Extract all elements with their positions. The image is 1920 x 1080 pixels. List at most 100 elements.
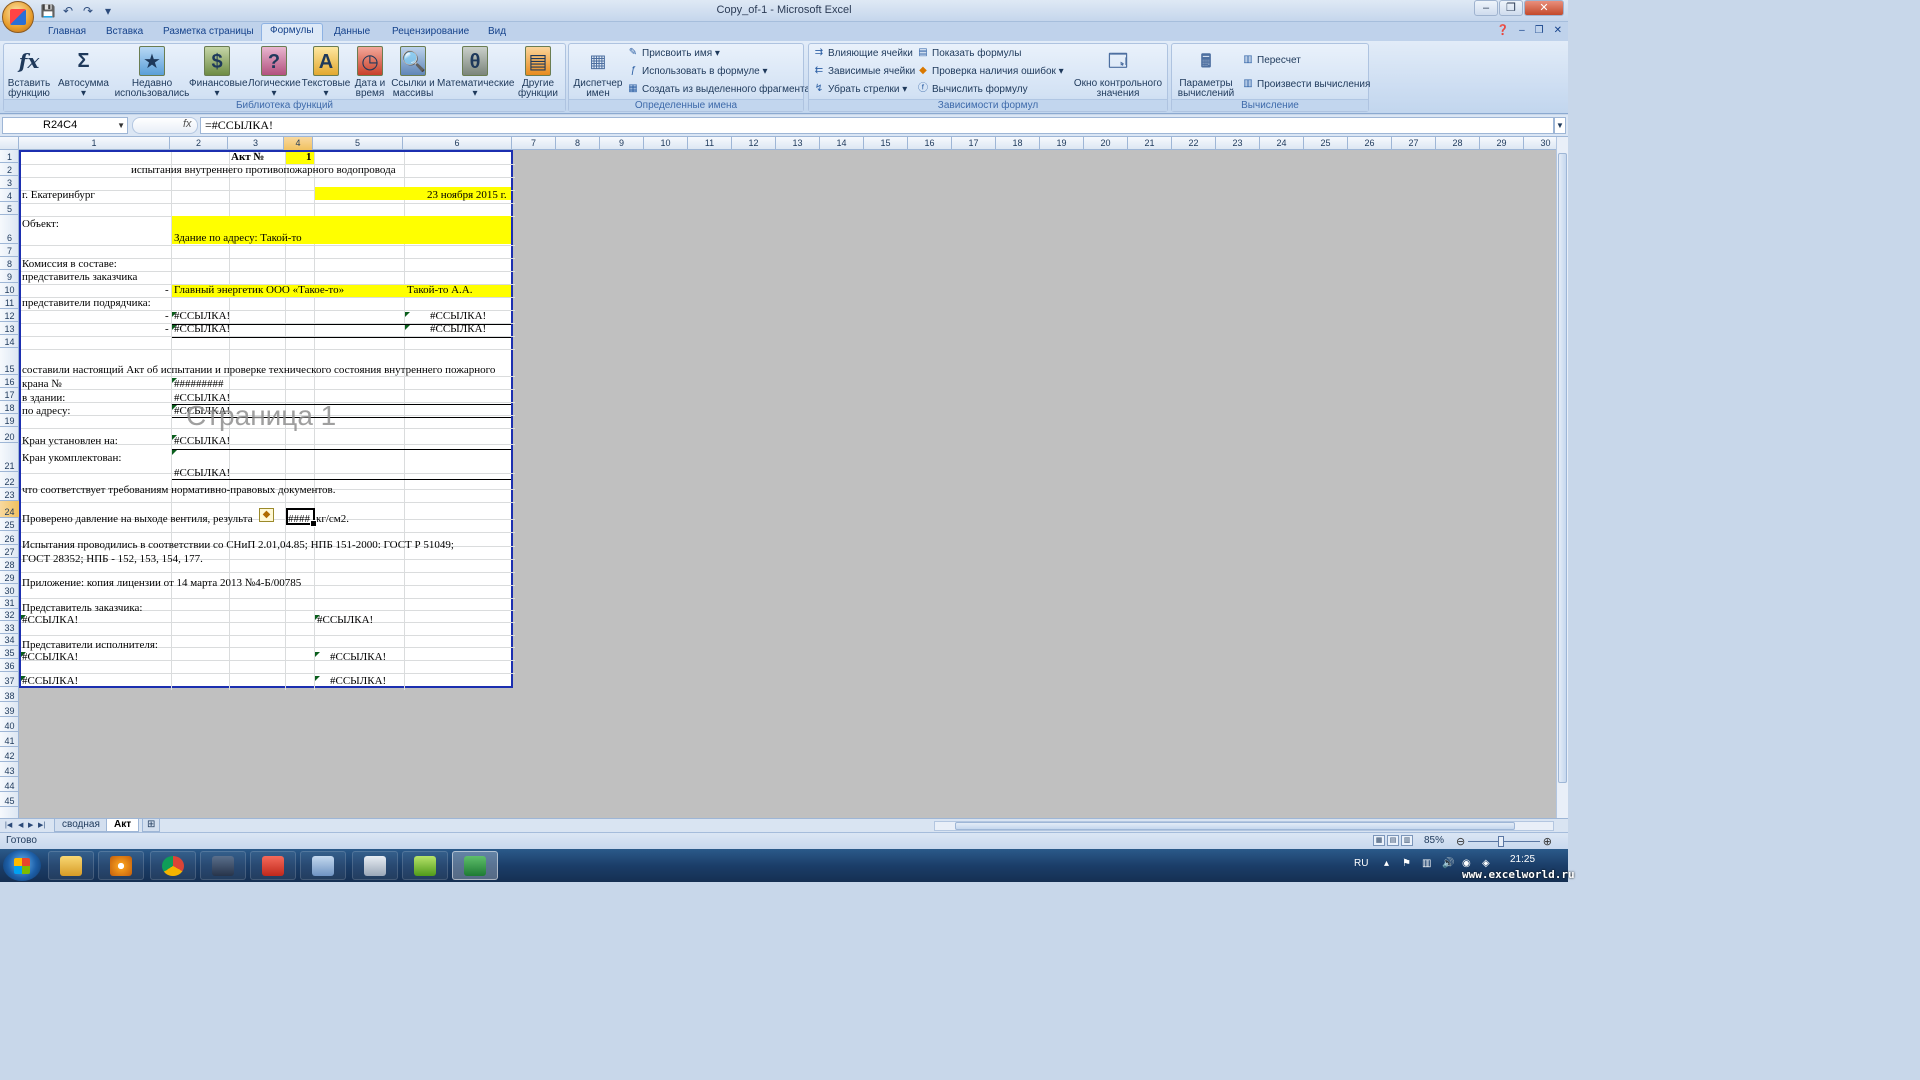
row-header[interactable]: 43: [0, 762, 19, 777]
help-icon[interactable]: ❓: [1497, 25, 1509, 36]
last-sheet-icon[interactable]: ▶|: [38, 821, 45, 829]
start-button[interactable]: [3, 850, 41, 881]
row-header[interactable]: 7: [0, 244, 19, 257]
column-header[interactable]: 13: [776, 137, 820, 150]
row-header[interactable]: 24: [0, 501, 19, 518]
column-header[interactable]: 10: [644, 137, 688, 150]
error-checking-button[interactable]: ◆ Проверка наличия ошибок ▾: [917, 64, 1064, 80]
flag-icon[interactable]: ⚑: [1402, 858, 1411, 869]
row-header[interactable]: 37: [0, 672, 19, 687]
row-header[interactable]: 33: [0, 621, 19, 634]
row-header[interactable]: 35: [0, 646, 19, 659]
calc-sheet-button[interactable]: ▥ Произвести вычисления: [1242, 77, 1370, 93]
sheet-tab-summary[interactable]: сводная: [54, 819, 108, 832]
row-header[interactable]: 10: [0, 283, 19, 296]
column-header[interactable]: 3: [228, 137, 284, 150]
row-header[interactable]: 34: [0, 634, 19, 646]
create-from-selection-button[interactable]: ▦ Создать из выделенного фрагмента: [627, 82, 810, 98]
column-header[interactable]: 4: [284, 137, 313, 150]
cell-ref-error[interactable]: #ССЫЛКА!: [22, 614, 78, 626]
text-button[interactable]: A Текстовые ▾: [301, 46, 351, 99]
ribbon-restore-icon[interactable]: ❐: [1535, 25, 1544, 36]
snipping-taskbar-icon[interactable]: [250, 851, 296, 880]
zoom-in-icon[interactable]: ⊕: [1543, 835, 1552, 848]
column-header[interactable]: 29: [1480, 137, 1524, 150]
media-player-taskbar-icon[interactable]: [98, 851, 144, 880]
row-header[interactable]: 42: [0, 747, 19, 762]
column-header[interactable]: 26: [1348, 137, 1392, 150]
evaluate-formula-button[interactable]: ⓕ Вычислить формулу: [917, 82, 1028, 98]
row-header[interactable]: 22: [0, 472, 19, 488]
cell-customer-role[interactable]: Главный энергетик ООО «Такое-то»: [174, 284, 344, 296]
column-header[interactable]: 5: [313, 137, 403, 150]
minimize-icon[interactable]: –: [1474, 0, 1498, 16]
tab-review[interactable]: Рецензирование: [384, 25, 477, 41]
row-header[interactable]: 44: [0, 777, 19, 792]
column-header[interactable]: 24: [1260, 137, 1304, 150]
page-layout-view-icon[interactable]: ▤: [1387, 835, 1399, 846]
row-header[interactable]: 40: [0, 717, 19, 732]
financial-button[interactable]: $ Финансовые ▾: [189, 46, 248, 99]
row-header[interactable]: 41: [0, 732, 19, 747]
recently-used-button[interactable]: ★ Недавно использовались: [112, 46, 192, 99]
trace-dependents-button[interactable]: ⇇ Зависимые ячейки: [813, 64, 915, 80]
show-formulas-button[interactable]: ▤ Показать формулы: [917, 46, 1021, 62]
office-button[interactable]: [2, 1, 34, 33]
vertical-scroll-thumb[interactable]: [1558, 153, 1567, 783]
row-header[interactable]: 28: [0, 558, 19, 571]
first-sheet-icon[interactable]: |◀: [5, 821, 12, 829]
cell-ref-error[interactable]: #ССЫЛКА!: [174, 467, 230, 479]
column-header[interactable]: 21: [1128, 137, 1172, 150]
cell-ref-error[interactable]: #ССЫЛКА!: [174, 323, 230, 335]
zoom-out-icon[interactable]: ⊖: [1456, 835, 1465, 848]
column-header[interactable]: 16: [908, 137, 952, 150]
column-header[interactable]: 22: [1172, 137, 1216, 150]
calc-now-button[interactable]: ▥ Пересчет: [1242, 53, 1301, 69]
logical-button[interactable]: ? Логические ▾: [248, 46, 301, 99]
next-sheet-icon[interactable]: ▶: [28, 821, 33, 829]
close-icon[interactable]: ✕: [1524, 0, 1564, 16]
calc-options-button[interactable]: 🖩 Параметры вычислений: [1176, 46, 1236, 99]
define-name-button[interactable]: ✎ Присвоить имя ▾: [627, 46, 720, 62]
row-header[interactable]: 1: [0, 150, 19, 163]
chrome-taskbar-icon[interactable]: [150, 851, 196, 880]
row-header[interactable]: 32: [0, 609, 19, 621]
ribbon-minimize-icon[interactable]: –: [1519, 25, 1525, 36]
column-header[interactable]: 17: [952, 137, 996, 150]
row-header[interactable]: 31: [0, 597, 19, 609]
active-cell-selection[interactable]: [286, 508, 317, 527]
row-header[interactable]: 20: [0, 427, 19, 443]
cell-akt-number[interactable]: 1: [306, 151, 312, 163]
maximize-icon[interactable]: ❐: [1499, 0, 1523, 16]
column-header[interactable]: 19: [1040, 137, 1084, 150]
zoom-slider[interactable]: ⊖ ⊕: [1454, 835, 1554, 848]
row-header[interactable]: 11: [0, 296, 19, 309]
name-manager-button[interactable]: ▦ Диспетчер имен: [572, 46, 624, 99]
tab-page-layout[interactable]: Разметка страницы: [155, 25, 262, 41]
tab-formulas[interactable]: Формулы: [261, 23, 323, 42]
watch-window-button[interactable]: 🗔 Окно контрольного значения: [1071, 46, 1165, 99]
remove-arrows-button[interactable]: ↯ Убрать стрелки ▾: [813, 82, 908, 98]
network-icon[interactable]: ▥: [1422, 858, 1431, 869]
green-app-taskbar-icon[interactable]: [402, 851, 448, 880]
cell-ref-error[interactable]: #ССЫЛКА!: [22, 675, 78, 687]
cell-ref-error[interactable]: #ССЫЛКА!: [430, 310, 486, 322]
row-header[interactable]: 19: [0, 414, 19, 427]
error-trace-icon[interactable]: ◆: [259, 508, 274, 522]
row-header[interactable]: 14: [0, 335, 19, 348]
cell-customer-name[interactable]: Такой-то А.А.: [407, 284, 472, 296]
tray-arrow-icon[interactable]: ▴: [1384, 858, 1389, 869]
column-header[interactable]: 9: [600, 137, 644, 150]
cell-date[interactable]: 23 ноября 2015 г.: [427, 189, 507, 201]
clock[interactable]: 21:25: [1510, 854, 1535, 865]
cell-crane-number[interactable]: #########: [174, 378, 224, 390]
column-header[interactable]: 7: [512, 137, 556, 150]
select-all-corner[interactable]: [0, 137, 19, 150]
cell-ref-error[interactable]: #ССЫЛКА!: [174, 435, 230, 447]
name-box[interactable]: R24C4 ▼: [2, 117, 128, 134]
row-header[interactable]: 5: [0, 202, 19, 215]
row-header[interactable]: 9: [0, 270, 19, 283]
row-header[interactable]: 30: [0, 584, 19, 597]
column-header[interactable]: 8: [556, 137, 600, 150]
insert-sheet-icon[interactable]: ⊞: [142, 819, 161, 832]
